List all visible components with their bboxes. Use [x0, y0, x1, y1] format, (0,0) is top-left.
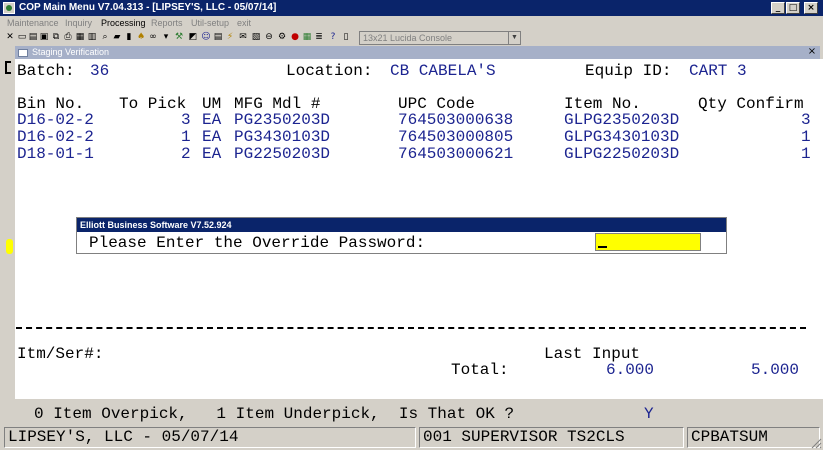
row-1-mfg: PG2350203D — [234, 111, 331, 129]
row-1-upc: 764503000638 — [398, 111, 514, 129]
status-program: CPBATSUM — [687, 427, 820, 448]
col-qty-confirm: Qty Confirm — [698, 95, 804, 113]
row-3-upc: 764503000621 — [398, 145, 514, 163]
row-3-um: EA — [202, 145, 222, 163]
password-input[interactable] — [595, 233, 701, 251]
separator-line — [16, 327, 806, 329]
override-password-dialog: Elliott Business Software V7.52.924 Plea… — [76, 217, 727, 254]
equip-value: CART 3 — [689, 62, 747, 80]
menu-bar: Maintenance Inquiry Processing Reports U… — [0, 16, 823, 30]
help-icon[interactable]: ? — [327, 31, 339, 44]
status-user: 001 SUPERVISOR TS2CLS — [419, 427, 684, 448]
status-message: 0 Item Overpick, 1 Item Underpick, Is Th… — [34, 405, 515, 423]
total-to-pick: 6.000 — [606, 361, 655, 379]
location-label: Location: — [286, 62, 373, 80]
calculator-icon[interactable]: ▦ — [74, 31, 86, 44]
row-1-qty: 3 — [801, 111, 811, 129]
row-3-mfg: PG2250203D — [234, 145, 331, 163]
equip-label: Equip ID: — [585, 62, 672, 80]
text-cursor — [598, 246, 607, 248]
batch-label: Batch: — [17, 62, 75, 80]
row-1-item: GLPG2350203D — [564, 111, 680, 129]
copy-icon[interactable]: ⧉ — [50, 31, 62, 44]
grid-green-icon[interactable]: ▦ — [301, 31, 313, 44]
total-label: Total: — [451, 361, 509, 379]
calendar-icon[interactable]: ▤ — [212, 31, 224, 44]
list-icon[interactable]: ≣ — [313, 31, 325, 44]
itm-ser-label: Itm/Ser#: — [17, 345, 104, 363]
font-selector-value: 13x21 Lucida Console — [363, 33, 453, 43]
folder-icon[interactable]: ▰ — [111, 31, 123, 44]
row-1-bin: D16-02-2 — [17, 111, 94, 129]
row-2-qty: 1 — [801, 128, 811, 146]
menu-exit[interactable]: exit — [237, 18, 251, 28]
binoculars-icon[interactable]: ∞ — [147, 31, 159, 44]
child-close-button[interactable]: × — [806, 46, 818, 58]
maximize-button[interactable]: □ — [786, 2, 800, 14]
link-icon[interactable]: ⊖ — [263, 31, 275, 44]
row-2-upc: 764503000805 — [398, 128, 514, 146]
row-2-to-pick: 1 — [181, 128, 191, 146]
mail-icon[interactable]: ✉ — [237, 31, 249, 44]
gear-icon[interactable]: ⚙ — [276, 31, 288, 44]
chevron-down-icon[interactable]: ▼ — [508, 32, 520, 44]
menu-reports[interactable]: Reports — [151, 18, 183, 28]
row-2-um: EA — [202, 128, 222, 146]
save-icon[interactable]: ▣ — [38, 31, 50, 44]
menu-maintenance[interactable]: Maintenance — [7, 18, 59, 28]
status-answer: Y — [644, 405, 654, 423]
child-window-title: Staging Verification — [32, 47, 110, 57]
status-company: LIPSEY'S, LLC - 05/07/14 — [4, 427, 416, 448]
document-icon[interactable]: ▯ — [340, 31, 352, 44]
row-2-mfg: PG3430103D — [234, 128, 331, 146]
status-bar: LIPSEY'S, LLC - 05/07/14 001 SUPERVISOR … — [0, 426, 823, 450]
image-icon[interactable]: ◩ — [187, 31, 199, 44]
row-2-item: GLPG3430103D — [564, 128, 680, 146]
password-prompt: Please Enter the Override Password: — [89, 234, 426, 252]
stop-icon[interactable]: ● — [289, 31, 301, 44]
person-icon[interactable]: ☺ — [200, 31, 212, 44]
app-icon[interactable] — [3, 2, 15, 14]
bracket-icon — [5, 61, 11, 74]
status-line: 0 Item Overpick, 1 Item Underpick, Is Th… — [0, 404, 823, 424]
grid-icon[interactable]: ▥ — [86, 31, 98, 44]
minimize-button[interactable]: _ — [771, 2, 785, 14]
window-title: COP Main Menu V7.04.313 - [LIPSEY'S, LLC… — [19, 2, 277, 13]
row-3-to-pick: 2 — [181, 145, 191, 163]
col-to-pick: To Pick — [119, 95, 187, 113]
tools-icon[interactable]: ⚒ — [173, 31, 185, 44]
row-2-bin: D16-02-2 — [17, 128, 94, 146]
batch-value: 36 — [90, 62, 110, 80]
font-selector[interactable]: 13x21 Lucida Console ▼ — [359, 31, 521, 45]
total-confirmed: 5.000 — [751, 361, 800, 379]
chart-icon[interactable]: ▮ — [123, 31, 135, 44]
dialog-title: Elliott Business Software V7.52.924 — [77, 218, 726, 232]
location-value: CB CABELA'S — [390, 62, 496, 80]
lamp-icon[interactable]: ♠ — [135, 31, 147, 44]
mdi-left-strip — [0, 46, 15, 399]
row-1-um: EA — [202, 111, 222, 129]
child-title-bar: Staging Verification × — [15, 46, 820, 59]
cancel-icon[interactable]: ✕ — [4, 31, 16, 44]
note-icon[interactable]: ⚡ — [224, 31, 236, 44]
print-icon[interactable]: ⎙ — [62, 31, 74, 44]
search-icon[interactable]: ⌕ — [99, 31, 111, 44]
resize-grip-icon[interactable] — [810, 437, 822, 449]
menu-inquiry[interactable]: Inquiry — [65, 18, 92, 28]
row-3-qty: 1 — [801, 145, 811, 163]
row-1-to-pick: 3 — [181, 111, 191, 129]
row-3-item: GLPG2250203D — [564, 145, 680, 163]
toolbar: ✕ ▭ ▤ ▣ ⧉ ⎙ ▦ ▥ ⌕ ▰ ▮ ♠ ∞ ▾ ⚒ ◩ ☺ ▤ ⚡ ✉ … — [0, 30, 823, 46]
input-marker — [6, 239, 13, 254]
window-icon — [18, 49, 28, 57]
report-icon[interactable]: ▧ — [250, 31, 262, 44]
row-3-bin: D18-01-1 — [17, 145, 94, 163]
main-title-bar: COP Main Menu V7.04.313 - [LIPSEY'S, LLC… — [0, 0, 823, 16]
menu-util-setup[interactable]: Util-setup — [191, 18, 229, 28]
menu-processing[interactable]: Processing — [101, 18, 146, 28]
close-button[interactable]: × — [804, 2, 818, 14]
filter-icon[interactable]: ▾ — [160, 31, 172, 44]
